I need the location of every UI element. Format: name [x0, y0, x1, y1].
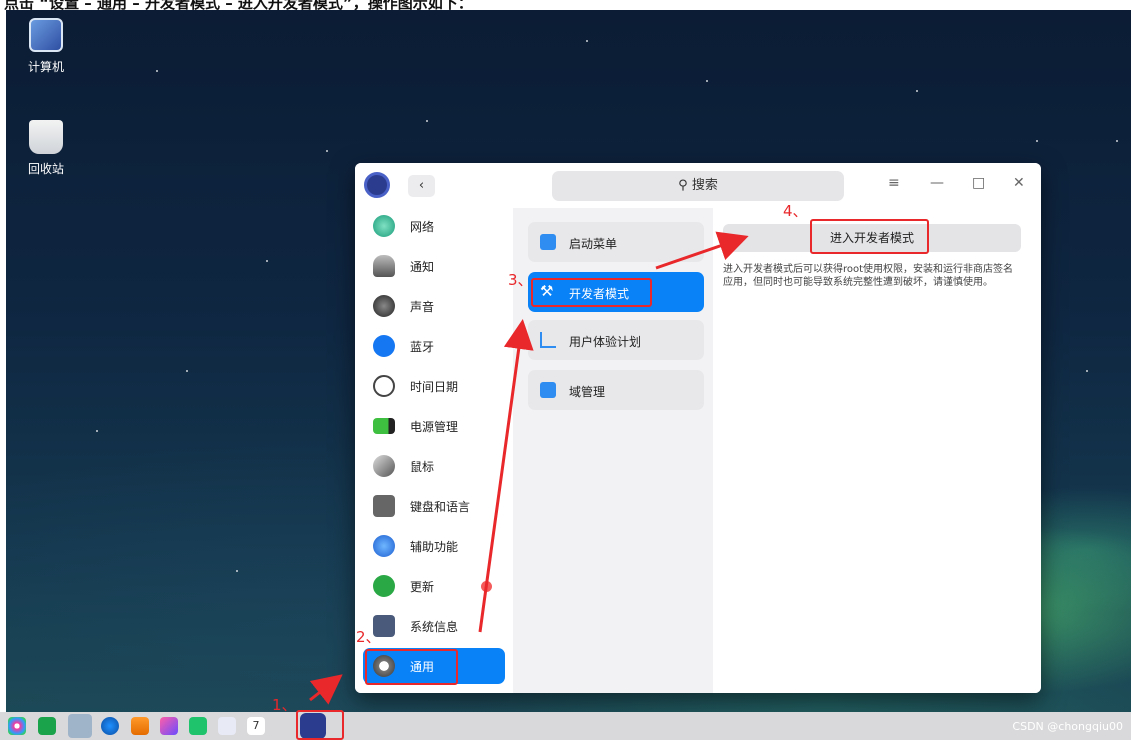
- boot-menu-icon: [540, 234, 556, 250]
- search-placeholder: 搜索: [691, 178, 718, 193]
- sidebar-item-notification[interactable]: 通知: [363, 248, 505, 284]
- bluetooth-icon: [373, 335, 395, 357]
- developer-mode-panel: 进入开发者模式 进入开发者模式后可以获得root使用权限，安装和运行非商店签名应…: [713, 208, 1041, 693]
- watermark: CSDN @chongqiu00: [1012, 720, 1123, 733]
- sidebar-item-mouse[interactable]: 鼠标: [363, 448, 505, 484]
- menu-button[interactable]: ≡: [888, 175, 900, 191]
- desktop-icon-label: 回收站: [27, 162, 64, 176]
- mouse-icon: [373, 455, 395, 477]
- sidebar-item-label: 键盘和语言: [410, 500, 471, 514]
- browser-icon[interactable]: [101, 717, 119, 735]
- sidebar-item-update[interactable]: 更新: [363, 568, 505, 604]
- submenu-item-label: 用户体验计划: [569, 335, 642, 349]
- accessibility-icon: [373, 535, 395, 557]
- settings-window: ‹ ⚲ 搜索 ≡ — □ ✕ 网络 通知 声音 蓝牙 时间日期 电源管理 鼠标 …: [355, 163, 1041, 693]
- sidebar-item-label: 更新: [410, 580, 435, 594]
- sidebar-item-label: 通知: [410, 260, 435, 274]
- sidebar-item-bluetooth[interactable]: 蓝牙: [363, 328, 505, 364]
- minimize-button[interactable]: —: [930, 175, 944, 191]
- sidebar-item-accessibility[interactable]: 辅助功能: [363, 528, 505, 564]
- network-icon: [373, 215, 395, 237]
- window-titlebar: ‹ ⚲ 搜索 ≡ — □ ✕: [355, 163, 1041, 208]
- clock-icon: [373, 375, 395, 397]
- annotation-label-step4: 4、: [783, 202, 808, 220]
- music-icon[interactable]: [189, 717, 207, 735]
- sidebar-item-network[interactable]: 网络: [363, 208, 505, 244]
- sidebar-item-label: 鼠标: [410, 460, 435, 474]
- settings-app-logo-icon: [364, 172, 390, 198]
- close-button[interactable]: ✕: [1013, 175, 1025, 191]
- sidebar-item-sysinfo[interactable]: 系统信息: [363, 608, 505, 644]
- domain-icon: [540, 382, 556, 398]
- speaker-icon: [373, 295, 395, 317]
- notification-bell-icon: [373, 255, 395, 277]
- submenu-item-label: 启动菜单: [569, 237, 618, 251]
- update-badge: [481, 581, 492, 592]
- trash-icon: [29, 120, 63, 154]
- sidebar-item-power[interactable]: 电源管理: [363, 408, 505, 444]
- sidebar-item-label: 声音: [410, 300, 435, 314]
- document-viewer-icon[interactable]: [218, 717, 236, 735]
- sidebar-item-label: 蓝牙: [410, 340, 435, 354]
- search-icon: ⚲: [678, 178, 692, 193]
- sidebar-item-keyboard[interactable]: 键盘和语言: [363, 488, 505, 524]
- desktop-icon-label: 计算机: [27, 60, 64, 74]
- keyboard-icon: [373, 495, 395, 517]
- sidebar-item-datetime[interactable]: 时间日期: [363, 368, 505, 404]
- annotation-label-step1: 1、: [272, 696, 297, 714]
- submenu-item-user-experience[interactable]: 用户体验计划: [528, 320, 704, 360]
- annotation-label-step2: 2、: [356, 628, 381, 646]
- sidebar-item-sound[interactable]: 声音: [363, 288, 505, 324]
- annotation-box-step4: [810, 219, 929, 254]
- annotation-box-step2: [365, 649, 458, 685]
- calendar-icon[interactable]: 7: [247, 717, 265, 735]
- multitask-icon[interactable]: [38, 717, 56, 735]
- sidebar-item-label: 电源管理: [410, 420, 459, 434]
- submenu-item-boot-menu[interactable]: 启动菜单: [528, 222, 704, 262]
- submenu-item-domain[interactable]: 域管理: [528, 370, 704, 410]
- update-arrow-icon: [373, 575, 395, 597]
- chart-trend-icon: [540, 332, 556, 348]
- sidebar-item-label: 辅助功能: [410, 540, 459, 554]
- settings-sidebar: 网络 通知 声音 蓝牙 时间日期 电源管理 鼠标 键盘和语言 辅助功能 更新 系…: [355, 208, 513, 693]
- annotation-box-step1: [296, 710, 344, 740]
- photos-icon[interactable]: [160, 717, 178, 735]
- launcher-icon[interactable]: [8, 717, 26, 735]
- battery-icon: [373, 418, 395, 434]
- app-store-icon[interactable]: [131, 717, 149, 735]
- file-manager-icon[interactable]: [68, 714, 92, 738]
- back-button[interactable]: ‹: [408, 175, 435, 197]
- taskbar-dock: 7 CSDN @chongqiu00: [0, 712, 1131, 740]
- developer-mode-description: 进入开发者模式后可以获得root使用权限，安装和运行非商店签名应用，但同时也可能…: [723, 264, 1014, 288]
- sidebar-item-label: 系统信息: [410, 620, 459, 634]
- submenu-item-label: 域管理: [569, 385, 606, 399]
- computer-icon: [29, 18, 63, 52]
- desktop-icon-computer[interactable]: 计算机: [11, 18, 81, 75]
- annotation-label-step3: 3、: [508, 271, 533, 289]
- sidebar-item-label: 时间日期: [410, 380, 459, 394]
- search-input[interactable]: ⚲ 搜索: [552, 171, 844, 201]
- desktop-icon-trash[interactable]: 回收站: [11, 120, 81, 177]
- annotation-box-step3: [531, 278, 652, 307]
- maximize-button[interactable]: □: [972, 175, 985, 191]
- sidebar-item-label: 网络: [410, 220, 435, 234]
